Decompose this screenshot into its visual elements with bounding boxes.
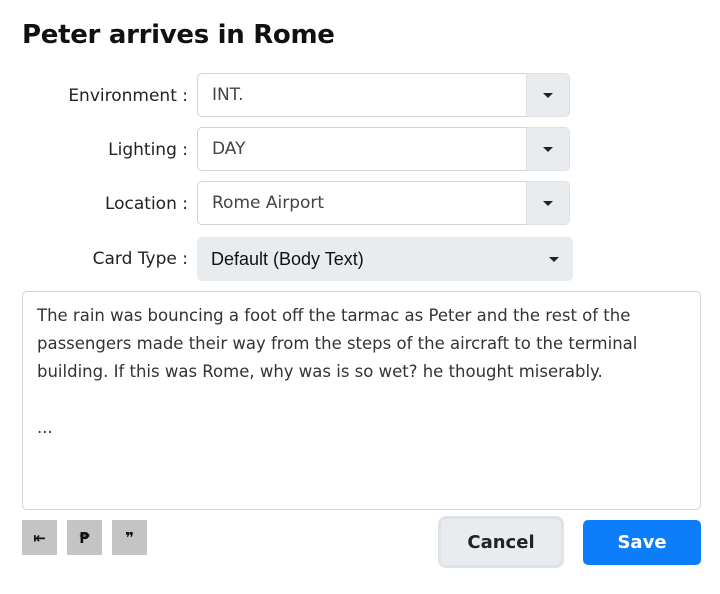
card-type-value: Default (Body Text) — [211, 248, 364, 269]
environment-dropdown-button[interactable] — [526, 73, 570, 117]
environment-input[interactable]: INT. — [197, 73, 526, 117]
caret-down-icon — [543, 92, 553, 98]
quote-icon: ❞ — [125, 528, 134, 547]
cancel-button[interactable]: Cancel — [440, 518, 562, 566]
caret-down-icon — [543, 200, 553, 206]
indent-button[interactable]: ⇤ — [22, 520, 57, 555]
lighting-label: Lighting : — [108, 140, 188, 160]
lighting-input[interactable]: DAY — [197, 127, 526, 171]
caret-down-icon — [543, 146, 553, 152]
lighting-combo: DAY — [197, 127, 570, 171]
save-button[interactable]: Save — [583, 520, 701, 565]
lighting-dropdown-button[interactable] — [526, 127, 570, 171]
outdent-icon: ⇤ — [33, 528, 46, 547]
location-label: Location : — [104, 194, 188, 214]
dialog-title: Peter arrives in Rome — [22, 20, 335, 50]
caret-down-icon — [549, 256, 559, 262]
body-text-area[interactable]: The rain was bouncing a foot off the tar… — [22, 291, 701, 510]
location-combo: Rome Airport — [197, 181, 570, 225]
card-type-select[interactable]: Default (Body Text) — [197, 237, 573, 281]
environment-combo: INT. — [197, 73, 570, 117]
location-input[interactable]: Rome Airport — [197, 181, 526, 225]
location-dropdown-button[interactable] — [526, 181, 570, 225]
paragraph-button[interactable]: ₱ — [67, 520, 102, 555]
card-type-label: Card Type : — [92, 249, 188, 269]
environment-label: Environment : — [68, 86, 188, 106]
paragraph-icon: ₱ — [79, 528, 90, 547]
quote-button[interactable]: ❞ — [112, 520, 147, 555]
